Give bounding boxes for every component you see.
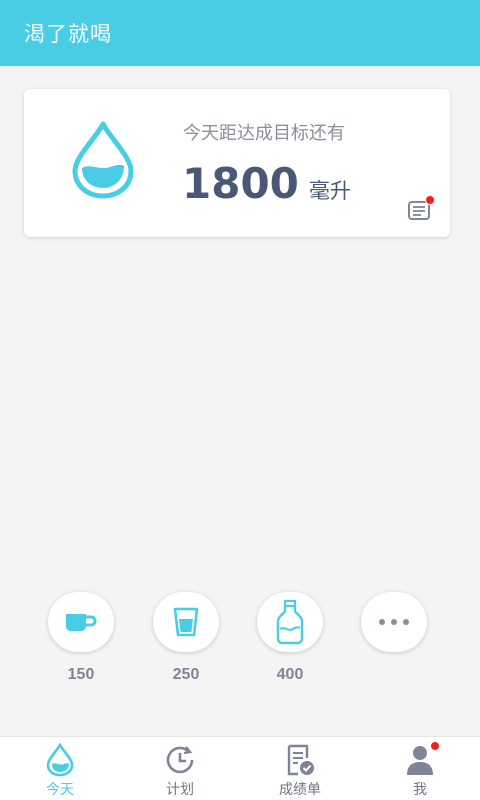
- tab-report[interactable]: 成绩单: [240, 737, 360, 800]
- quick-add-row: 150 250 400: [0, 592, 480, 692]
- person-icon-wrap: [402, 741, 440, 777]
- add-250-button[interactable]: [153, 592, 219, 652]
- app-header: 渴了就喝: [0, 0, 480, 66]
- note-icon[interactable]: [406, 195, 436, 223]
- more-options-button[interactable]: [361, 592, 427, 652]
- page-title: 渴了就喝: [24, 22, 112, 46]
- add-400-button[interactable]: [257, 592, 323, 652]
- tab-plan[interactable]: 计划: [120, 737, 240, 800]
- water-drop-icon: [72, 121, 134, 199]
- bottom-tab-bar: 今天 计划 成绩单 我: [0, 736, 480, 800]
- goal-remaining-label: 今天距达成目标还有: [183, 123, 345, 144]
- water-drop-icon: [46, 743, 74, 777]
- tab-today-label: 今天: [46, 782, 74, 798]
- goal-summary-card: 今天距达成目标还有 1800 毫升: [24, 89, 450, 237]
- cup-icon: [66, 614, 97, 631]
- tab-today[interactable]: 今天: [0, 737, 120, 800]
- tab-me-label: 我: [413, 782, 427, 798]
- tab-me[interactable]: 我: [360, 737, 480, 800]
- tab-report-label: 成绩单: [279, 782, 321, 798]
- unit-label: 毫升: [308, 179, 351, 203]
- more-icon: [379, 619, 409, 625]
- clock-icon: [166, 746, 194, 774]
- goal-remaining-amount: 1800 毫升: [182, 159, 351, 209]
- report-icon: [287, 744, 314, 776]
- bottle-icon: [276, 599, 304, 645]
- add-150-button[interactable]: [48, 592, 114, 652]
- remaining-ml-value: 1800: [182, 159, 299, 208]
- glass-icon: [173, 607, 199, 637]
- notification-badge: [430, 741, 440, 751]
- add-150-label: 150: [67, 666, 95, 683]
- add-400-label: 400: [276, 666, 304, 683]
- tab-plan-label: 计划: [166, 782, 194, 798]
- add-250-label: 250: [172, 666, 200, 683]
